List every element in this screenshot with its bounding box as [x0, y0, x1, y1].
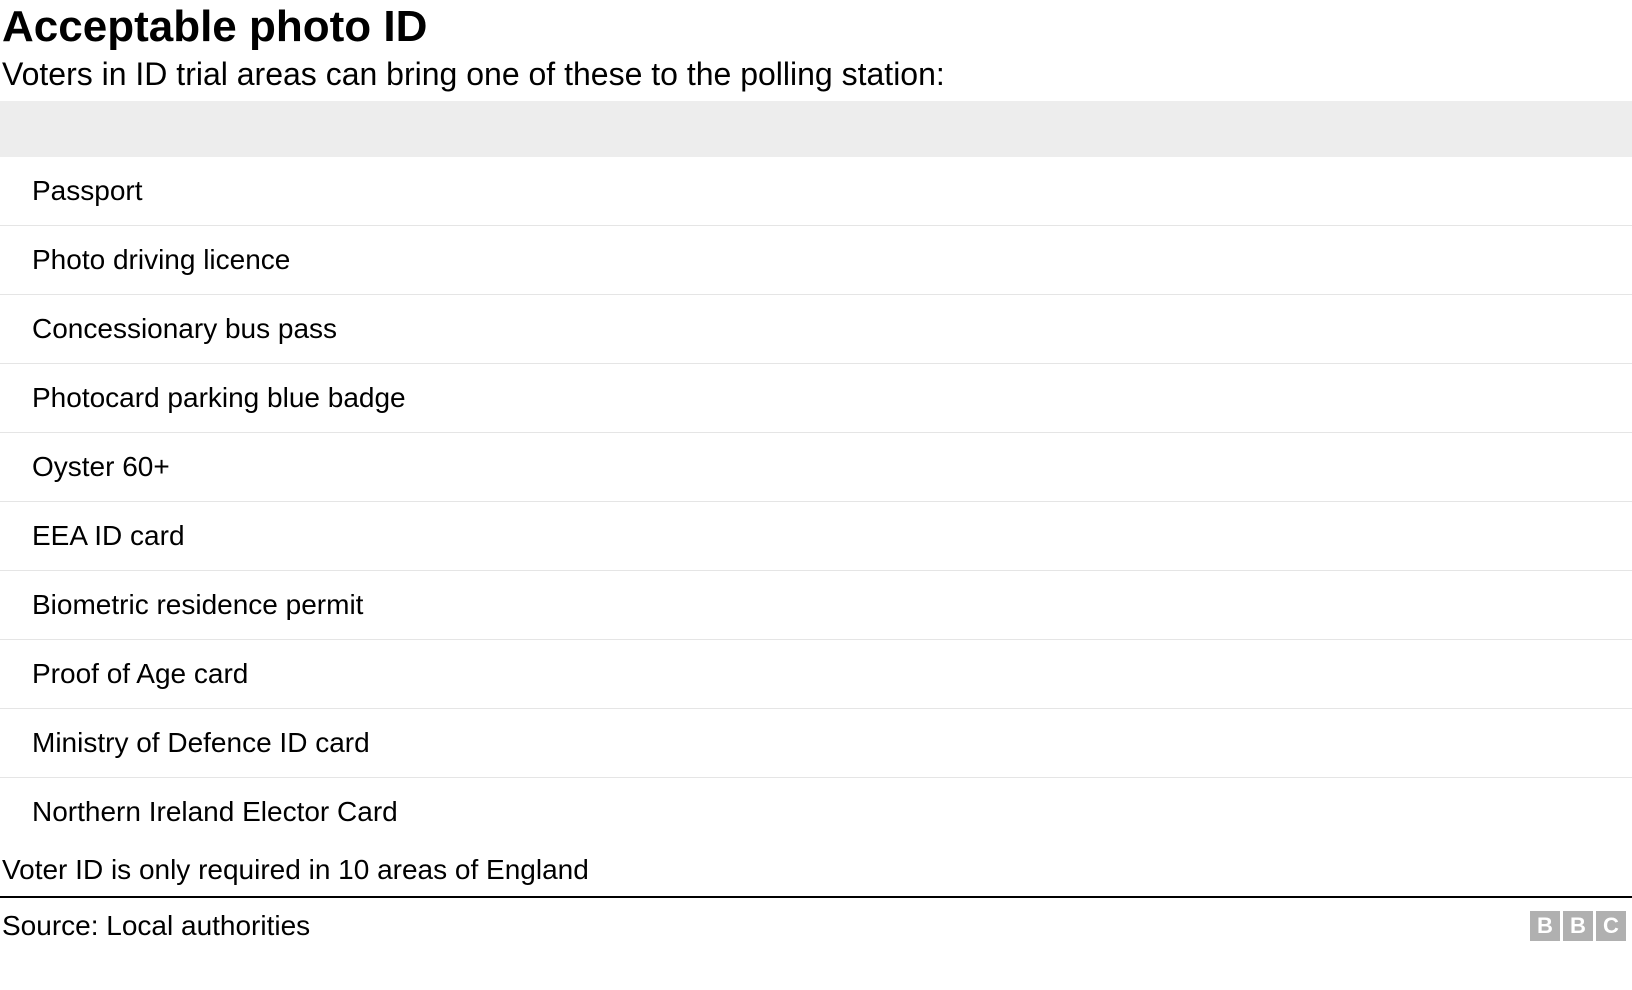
page-title: Acceptable photo ID	[0, 0, 1632, 56]
list-item: Ministry of Defence ID card	[0, 709, 1632, 778]
list-item: EEA ID card	[0, 502, 1632, 571]
list-item: Proof of Age card	[0, 640, 1632, 709]
list-item: Photo driving licence	[0, 226, 1632, 295]
bbc-logo-letter: C	[1596, 911, 1626, 941]
list-item: Oyster 60+	[0, 433, 1632, 502]
source-text: Source: Local authorities	[2, 910, 310, 942]
table-header-bar	[0, 101, 1632, 157]
page-subtitle: Voters in ID trial areas can bring one o…	[0, 56, 1632, 101]
document-container: Acceptable photo ID Voters in ID trial a…	[0, 0, 1632, 950]
list-item: Passport	[0, 157, 1632, 226]
list-item: Northern Ireland Elector Card	[0, 778, 1632, 846]
id-list: Passport Photo driving licence Concessio…	[0, 157, 1632, 846]
list-item: Photocard parking blue badge	[0, 364, 1632, 433]
bbc-logo-letter: B	[1563, 911, 1593, 941]
footnote: Voter ID is only required in 10 areas of…	[0, 846, 1632, 898]
footer: Source: Local authorities B B C	[0, 898, 1632, 950]
bbc-logo: B B C	[1530, 911, 1626, 941]
list-item: Concessionary bus pass	[0, 295, 1632, 364]
bbc-logo-letter: B	[1530, 911, 1560, 941]
list-item: Biometric residence permit	[0, 571, 1632, 640]
